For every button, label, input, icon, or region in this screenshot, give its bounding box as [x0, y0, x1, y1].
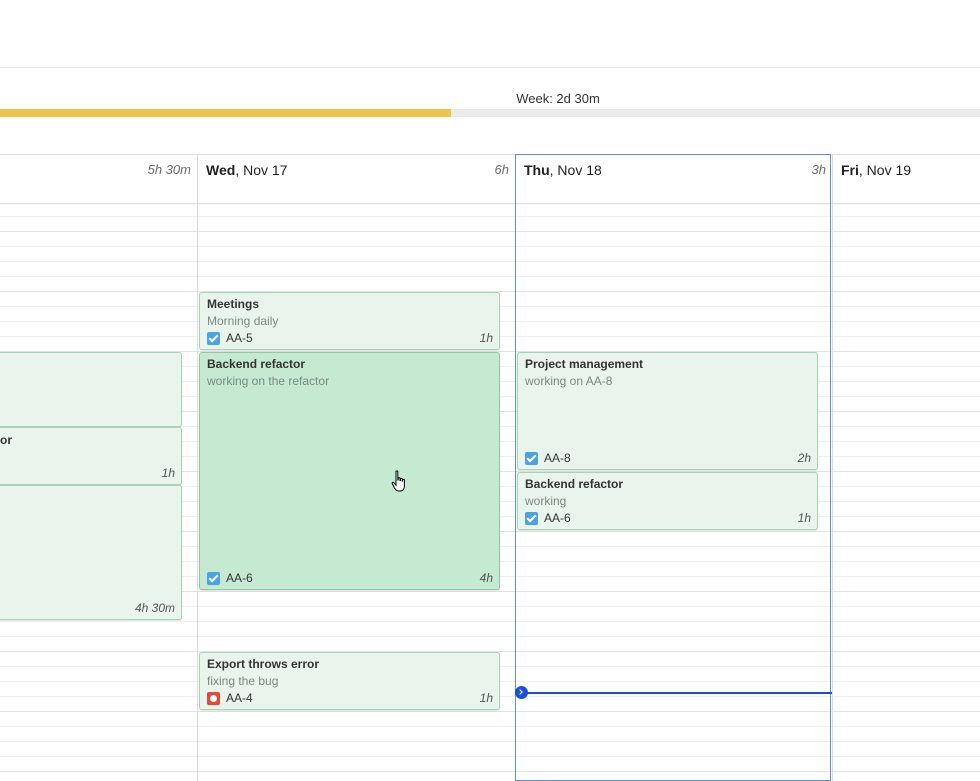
event-issue[interactable]: AA-8 — [525, 451, 571, 465]
event-duration: 1h — [161, 466, 175, 480]
day-total: 3h — [811, 162, 826, 177]
hand-cursor-icon — [391, 470, 405, 492]
column-separator — [832, 155, 833, 781]
day-name: Wed, Nov 17 — [206, 162, 288, 178]
event-issue[interactable]: AA-6 — [207, 571, 253, 585]
week-progress-bar — [0, 109, 980, 117]
column-separator — [197, 155, 198, 781]
quarter-grid-line — [0, 216, 980, 217]
day-total: 6h — [494, 162, 509, 177]
event-duration: 4h — [479, 571, 493, 585]
quarter-grid-line — [0, 741, 980, 742]
day-name: Thu, Nov 18 — [524, 162, 602, 178]
quarter-grid-line — [0, 276, 980, 277]
day-name: Fri, Nov 19 — [841, 162, 912, 178]
hour-grid-line — [0, 771, 980, 772]
event-title: Backend refactor — [207, 357, 306, 371]
worklog-event-meetings[interactable]: Meetings Morning daily AA-5 1h — [199, 292, 500, 350]
quarter-grid-line — [0, 636, 980, 637]
current-time-line — [521, 692, 832, 694]
event-description: working — [525, 494, 567, 508]
task-check-icon — [525, 511, 538, 525]
day-total: 5h 30m — [147, 162, 191, 177]
quarter-grid-line — [0, 756, 980, 757]
worklog-event-backend-refactor[interactable]: Backend refactor working on the refactor… — [199, 352, 500, 590]
day-header-fri[interactable]: Fri, Nov 19 — [833, 155, 980, 203]
quarter-grid-line — [0, 621, 980, 622]
day-header-thu[interactable]: Thu, Nov 18 3h — [516, 155, 832, 203]
worklog-event[interactable] — [0, 352, 182, 427]
quarter-grid-line — [0, 726, 980, 727]
header-bottom-border — [0, 203, 980, 204]
week-total-label: Week: 2d 30m — [516, 91, 600, 106]
event-title: or — [0, 433, 12, 447]
top-divider — [0, 67, 980, 68]
worklog-event[interactable]: 4h 30m — [0, 485, 182, 620]
day-header-wed[interactable]: Wed, Nov 17 6h — [198, 155, 515, 203]
event-duration: 4h 30m — [134, 601, 175, 615]
event-issue[interactable]: AA-6 — [525, 511, 571, 525]
worklog-event-project-management[interactable]: Project management working on AA-8 AA-8 … — [517, 352, 818, 470]
event-issue[interactable]: AA-5 — [207, 331, 253, 345]
event-duration: 1h — [797, 511, 811, 525]
task-check-icon — [525, 451, 538, 465]
bug-icon — [207, 691, 220, 705]
event-title: Project management — [525, 357, 644, 371]
event-issue[interactable]: AA-4 — [207, 691, 253, 705]
event-description: Morning daily — [207, 314, 279, 328]
week-progress-fill — [0, 109, 451, 117]
event-description: fixing the bug — [207, 674, 279, 688]
task-check-icon — [207, 331, 220, 345]
event-title: Export throws error — [207, 657, 320, 671]
event-duration: 2h — [797, 451, 811, 465]
worklog-event[interactable]: or 1h — [0, 427, 182, 485]
event-duration: 1h — [479, 691, 493, 705]
event-title: Meetings — [207, 297, 260, 311]
hour-grid-line — [0, 231, 980, 232]
event-description: working on AA-8 — [525, 374, 613, 388]
hour-grid-line — [0, 711, 980, 712]
task-check-icon — [207, 571, 220, 585]
worklog-event-backend-refactor[interactable]: Backend refactor working AA-6 1h — [517, 472, 818, 530]
event-duration: 1h — [479, 331, 493, 345]
current-time-marker-icon — [515, 686, 528, 699]
event-title: Backend refactor — [525, 477, 624, 491]
worklog-event-export-error[interactable]: Export throws error fixing the bug AA-4 … — [199, 652, 500, 710]
quarter-grid-line — [0, 246, 980, 247]
event-description: working on the refactor — [207, 374, 330, 388]
day-header-tue[interactable]: 5h 30m — [0, 155, 197, 203]
quarter-grid-line — [0, 261, 980, 262]
